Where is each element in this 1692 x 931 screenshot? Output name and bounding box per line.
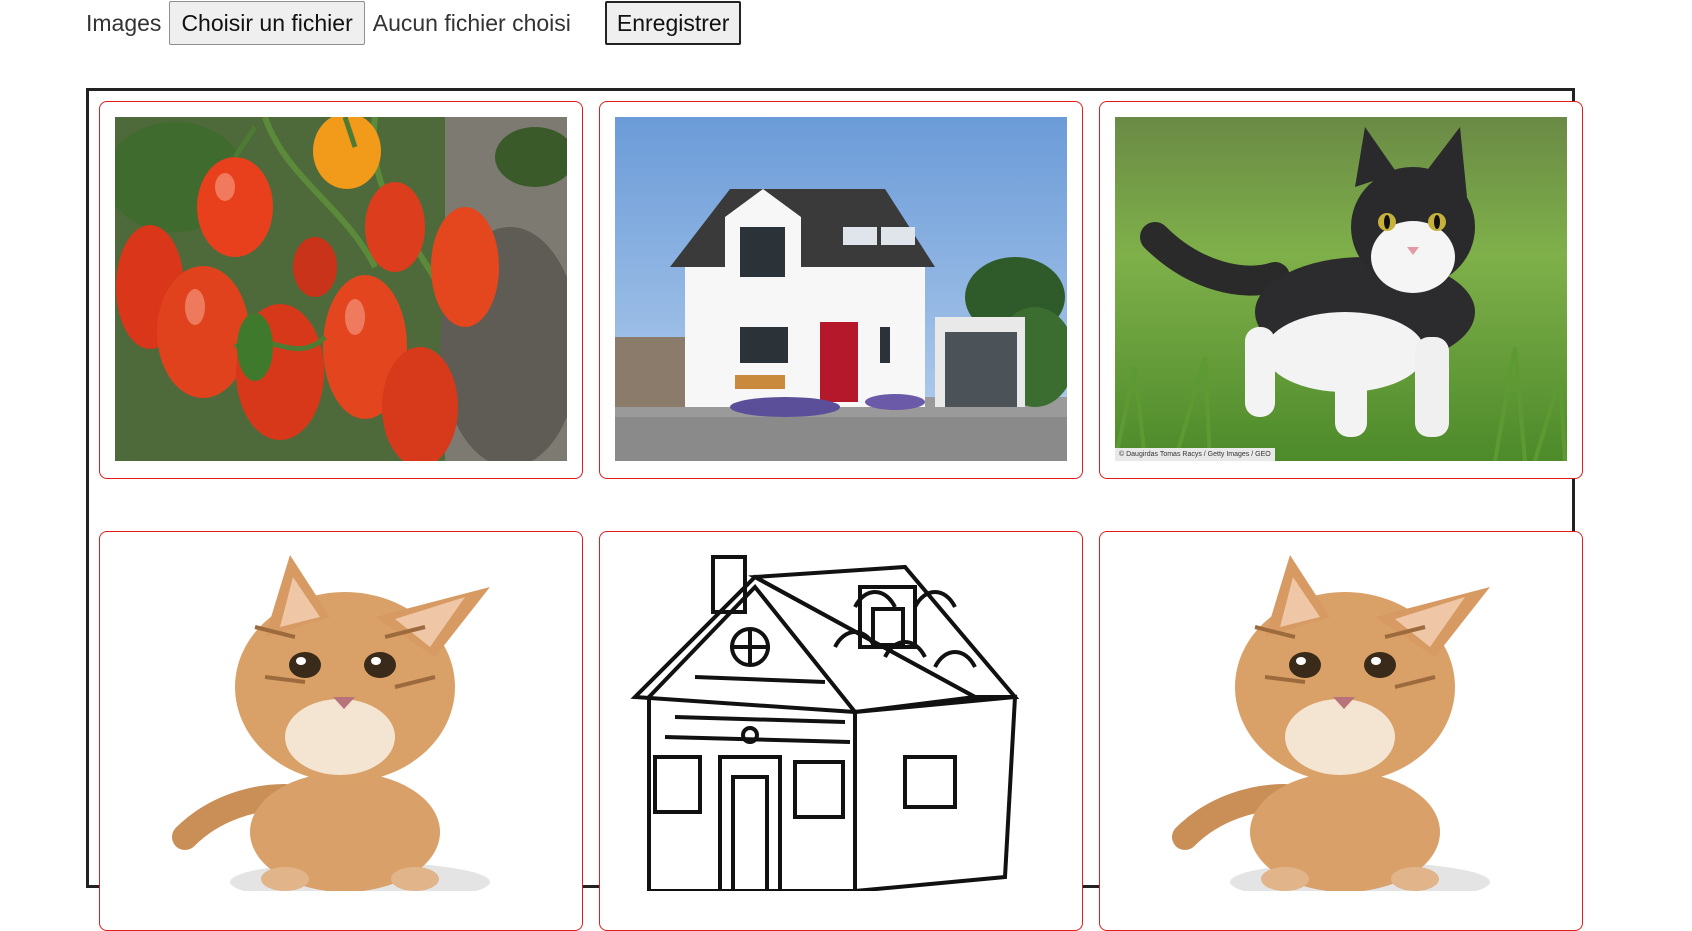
choose-file-button[interactable]: Choisir un fichier — [169, 1, 365, 45]
save-button[interactable]: Enregistrer — [604, 1, 742, 45]
gallery-card-cat[interactable]: © Daugirdas Tomas Racys / Getty Images /… — [1099, 101, 1583, 479]
image-gallery: © Daugirdas Tomas Racys / Getty Images /… — [86, 88, 1583, 931]
tomatoes-image — [115, 117, 567, 461]
house-image — [615, 117, 1067, 461]
gallery-card-tomatoes[interactable] — [99, 101, 583, 479]
kitten-image — [115, 547, 567, 891]
upload-form: Images Choisir un fichier Aucun fichier … — [86, 0, 742, 46]
images-label: Images — [86, 9, 162, 36]
gallery-card-kitten[interactable] — [99, 531, 583, 931]
gallery-card-kitten[interactable] — [1099, 531, 1583, 931]
house-drawing-image — [615, 547, 1067, 891]
gallery-card-house-drawing[interactable] — [599, 531, 1083, 931]
cat-in-grass-image: © Daugirdas Tomas Racys / Getty Images /… — [1115, 117, 1567, 461]
file-status-text: Aucun fichier choisi — [372, 9, 571, 36]
kitten-image — [1115, 547, 1567, 891]
photo-credit: © Daugirdas Tomas Racys / Getty Images /… — [1115, 448, 1275, 461]
gallery-card-house[interactable] — [599, 101, 1083, 479]
